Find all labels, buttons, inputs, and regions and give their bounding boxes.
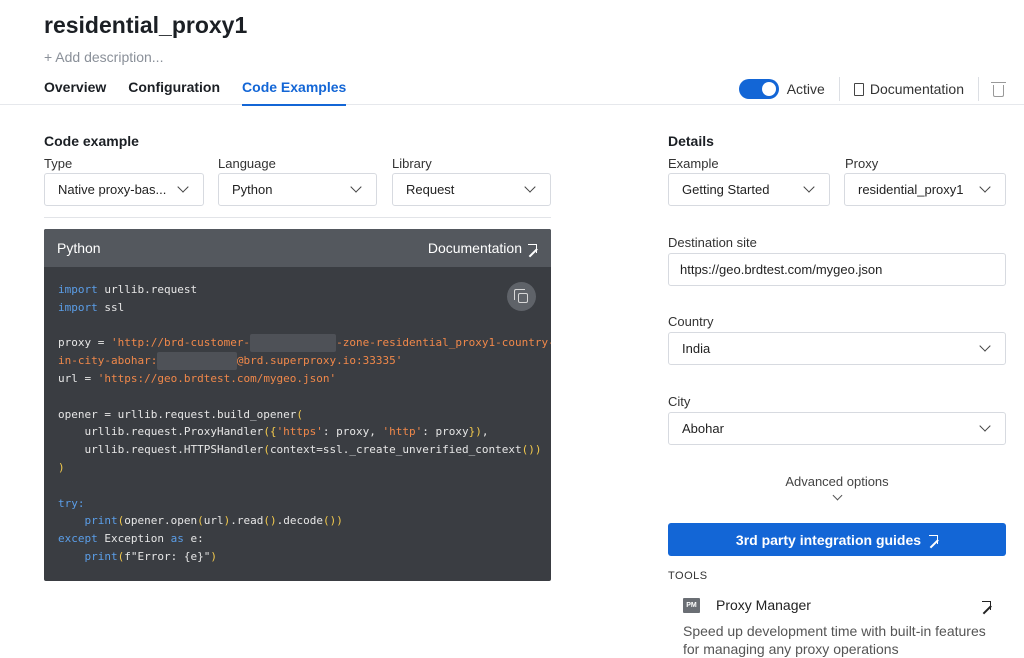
active-toggle[interactable]: [738, 79, 779, 99]
documentation-label: Documentation: [869, 81, 964, 97]
divider: [978, 77, 979, 101]
tools-heading: TOOLS: [668, 570, 708, 582]
page-header: residential_proxy1 + Add description... …: [0, 0, 1024, 106]
chevron-down-icon: [803, 181, 815, 193]
divider: [838, 77, 840, 101]
redacted-customer-id: hl_xxxxxxxxxx: [250, 334, 337, 353]
redacted-password: xxxxxxxxxxxx: [157, 352, 237, 370]
city-label: City: [668, 394, 691, 409]
example-value: Getting Started: [682, 182, 770, 197]
page-title: residential_proxy1: [44, 12, 248, 38]
city-value: Abohar: [682, 421, 724, 436]
proxy-manager-icon: PM: [683, 597, 700, 613]
chevron-down-icon: [832, 490, 842, 501]
type-label: Type: [44, 156, 73, 171]
destination-input[interactable]: https://geo.brdtest.com/mygeo.json: [668, 253, 1006, 286]
code-language-title: Python: [57, 240, 101, 256]
country-label: Country: [668, 314, 714, 329]
city-select[interactable]: Abohar: [668, 412, 1006, 445]
code-documentation-link[interactable]: Documentation: [428, 240, 537, 256]
proxy-select[interactable]: residential_proxy1: [844, 173, 1006, 206]
type-select[interactable]: Native proxy-bas...: [44, 173, 204, 206]
language-value: Python: [232, 182, 273, 197]
chevron-down-icon: [979, 420, 991, 432]
divider: [44, 217, 551, 218]
proxy-manager-description: Speed up development time with built-in …: [683, 623, 986, 657]
external-link-icon: [929, 535, 939, 544]
destination-label: Destination site: [668, 235, 757, 250]
integration-guides-label: 3rd party integration guides: [735, 531, 922, 548]
country-value: India: [682, 341, 711, 356]
active-label: Active: [786, 81, 825, 97]
country-select[interactable]: India: [668, 332, 1006, 365]
type-value: Native proxy-bas...: [58, 182, 167, 197]
proxy-manager-link[interactable]: PM Proxy Manager: [683, 597, 991, 613]
tab-overview[interactable]: Overview: [44, 79, 106, 106]
external-link-icon: [528, 243, 537, 253]
example-label: Example: [668, 156, 719, 171]
integration-guides-button[interactable]: 3rd party integration guides: [668, 523, 1006, 556]
code-block: import urllib.request import ssl proxy =…: [58, 283, 551, 563]
code-example-title: Code example: [44, 133, 139, 149]
add-description-link[interactable]: + Add description...: [44, 49, 163, 65]
language-select[interactable]: Python: [218, 173, 377, 206]
language-label: Language: [218, 156, 276, 171]
proxy-manager-name: Proxy Manager: [716, 597, 811, 613]
header-actions: Active Documentation: [738, 77, 1006, 101]
tab-bar: Overview Configuration Code Examples: [44, 79, 347, 106]
library-label: Library: [392, 156, 432, 171]
proxy-value: residential_proxy1: [858, 182, 964, 197]
chevron-down-icon: [524, 181, 536, 193]
code-card: Python Documentation import urllib.reque…: [44, 229, 551, 581]
chevron-down-icon: [177, 181, 189, 193]
code-documentation-label: Documentation: [427, 240, 522, 256]
chevron-down-icon: [350, 181, 362, 193]
documentation-link[interactable]: Documentation: [853, 81, 964, 97]
library-select[interactable]: Request: [392, 173, 551, 206]
advanced-options-toggle[interactable]: Advanced options: [668, 474, 1006, 501]
details-title: Details: [668, 133, 714, 149]
tab-configuration[interactable]: Configuration: [128, 79, 220, 106]
trash-icon[interactable]: [991, 81, 1006, 97]
advanced-options-label: Advanced options: [785, 474, 889, 489]
example-select[interactable]: Getting Started: [668, 173, 830, 206]
proxy-label: Proxy: [845, 156, 879, 171]
document-icon: [853, 82, 864, 96]
tab-code-examples[interactable]: Code Examples: [242, 79, 347, 106]
external-link-icon: [982, 600, 991, 610]
code-card-header: Python Documentation: [44, 229, 551, 267]
chevron-down-icon: [979, 181, 991, 193]
chevron-down-icon: [979, 340, 991, 352]
library-value: Request: [406, 182, 455, 197]
